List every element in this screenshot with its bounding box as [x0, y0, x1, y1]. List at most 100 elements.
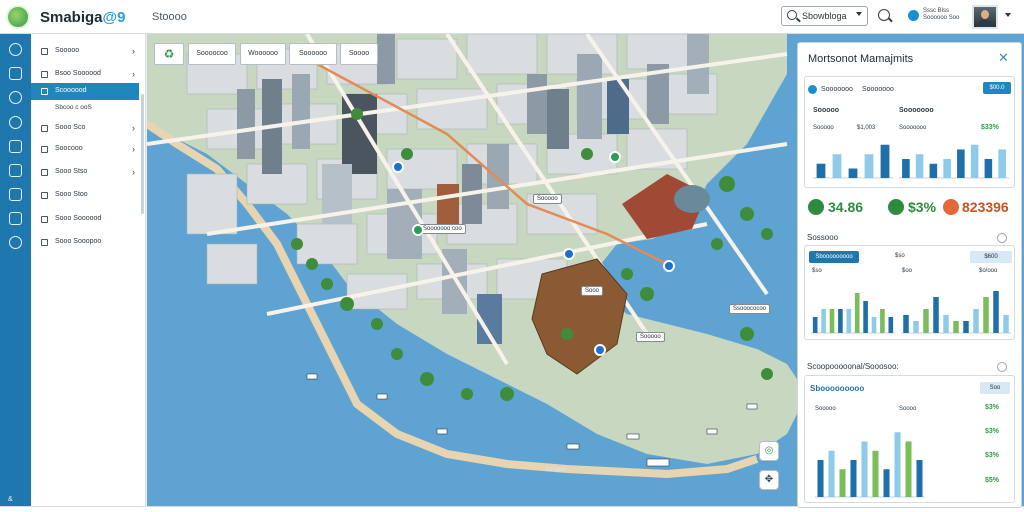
segment-tab[interactable]: $600 — [970, 251, 1012, 263]
avatar[interactable] — [972, 5, 998, 29]
chart-bar[interactable] — [839, 469, 846, 497]
chart-bar[interactable] — [903, 315, 909, 333]
chart-bar[interactable] — [963, 321, 969, 333]
sidebar-item-sources[interactable]: Sooo Soooood — [31, 211, 139, 228]
filter-button-4[interactable]: Soooo — [340, 43, 378, 65]
chart-bar[interactable] — [871, 317, 877, 333]
chart-bar[interactable] — [872, 450, 879, 497]
chart-bar[interactable] — [916, 460, 923, 497]
explore-icon[interactable] — [9, 116, 22, 129]
chart-bar[interactable] — [933, 297, 939, 333]
chart-bar[interactable] — [832, 154, 842, 178]
close-icon[interactable]: ✕ — [998, 50, 1009, 66]
sidebar-item-stores[interactable]: Sooo Stoo — [31, 187, 139, 204]
chart-bar[interactable] — [861, 441, 868, 498]
chart-bar[interactable] — [953, 321, 959, 333]
chart-bar[interactable] — [902, 159, 910, 178]
chart-bar[interactable] — [854, 293, 860, 333]
sidebar-item-places[interactable]: Sooo Sco › — [31, 120, 139, 137]
locate-control-icon[interactable]: ◎ — [759, 441, 779, 461]
chart-bar[interactable] — [998, 149, 1006, 179]
table-icon[interactable] — [9, 188, 22, 201]
chart-bar[interactable] — [846, 309, 852, 333]
sidebar-item-stats[interactable]: Sooo Stso › — [31, 164, 139, 181]
settings-icon[interactable] — [9, 236, 22, 249]
chart-bar[interactable] — [905, 441, 912, 498]
chart-bar[interactable] — [829, 309, 835, 333]
chart-bar[interactable] — [970, 144, 979, 178]
chart-bar[interactable] — [973, 309, 979, 333]
rate-value: $3% — [985, 428, 1000, 435]
segment-tab-active[interactable]: Sbooooooooo — [809, 251, 859, 263]
chart-bar[interactable] — [883, 469, 890, 497]
chart-bar[interactable] — [816, 163, 826, 178]
chart-bar[interactable] — [923, 309, 929, 333]
chevron-down-icon[interactable] — [856, 12, 862, 16]
chart-bar[interactable] — [984, 159, 993, 178]
filter-button-2[interactable]: Woooooo — [240, 43, 286, 65]
app-logo-icon[interactable] — [6, 5, 30, 29]
sidebar-item-overview[interactable]: Sooooo › — [31, 43, 139, 60]
chart-bar[interactable] — [943, 315, 949, 333]
sidebar-subitem[interactable]: Sbcoo c ooS — [31, 100, 139, 117]
chart-bar[interactable] — [1003, 315, 1009, 333]
user-info[interactable]: Sssc Blss Soooooo Soo — [923, 8, 963, 22]
map-label-tower[interactable]: Sooooooo coo — [419, 224, 466, 234]
map-label-harbor[interactable]: Ssooococoo — [729, 304, 771, 314]
location-search-dropdown[interactable] — [781, 6, 868, 26]
card-action-button[interactable]: $00.0 — [983, 82, 1011, 94]
chart-bar[interactable] — [894, 432, 901, 497]
map-label-temple[interactable]: Sooo — [581, 286, 604, 296]
chart-bar[interactable] — [863, 301, 868, 333]
chart-bar[interactable] — [821, 309, 826, 333]
grid-icon[interactable] — [9, 212, 22, 225]
chart-bar[interactable] — [888, 317, 894, 333]
home-icon[interactable] — [9, 43, 22, 56]
sidebar-item-roads[interactable]: Soocooo › — [31, 141, 139, 158]
chart-bar[interactable] — [812, 317, 818, 333]
filter-button-1[interactable]: Soooocoo — [188, 43, 236, 65]
chart-bar[interactable] — [817, 460, 824, 497]
sidebar-item-selected[interactable]: Scoooood — [31, 83, 139, 100]
stat-value-c: 823396 — [962, 199, 1009, 215]
chart-bar[interactable] — [957, 149, 965, 179]
global-search-icon[interactable] — [878, 9, 890, 21]
sidebar-item-export[interactable]: Sooo Sooopoo — [31, 234, 139, 251]
map-pin-icon[interactable] — [412, 224, 424, 236]
map-pin-icon[interactable] — [563, 248, 575, 260]
chart-bar[interactable] — [828, 450, 835, 497]
map-pin-icon[interactable] — [392, 161, 404, 173]
location-icon[interactable] — [9, 91, 22, 104]
sidebar-scrollbar[interactable] — [141, 94, 144, 214]
chart-bar[interactable] — [838, 309, 843, 333]
map-pin-icon[interactable] — [663, 260, 675, 272]
chart-bar[interactable] — [929, 163, 938, 178]
recycle-icon[interactable]: ♻ — [154, 43, 184, 65]
chart-bar[interactable] — [913, 321, 919, 333]
map-pin-icon[interactable] — [609, 151, 621, 163]
filter-button-3[interactable]: Soooooo — [289, 43, 337, 65]
chart-bar[interactable] — [850, 460, 857, 497]
chart-bar[interactable] — [864, 154, 874, 178]
compass-control-icon[interactable]: ✥ — [759, 470, 779, 490]
chart-bar[interactable] — [993, 291, 999, 333]
map-label-pier[interactable]: Sooooo — [636, 332, 665, 342]
account-menu-chevron-icon[interactable] — [1005, 13, 1011, 17]
map-pin-icon[interactable] — [594, 344, 606, 356]
chart-bar[interactable] — [880, 309, 885, 333]
chart-bar[interactable] — [880, 144, 890, 178]
messages-icon[interactable] — [9, 164, 22, 177]
chart-bar[interactable] — [983, 297, 989, 333]
gear-icon[interactable] — [997, 362, 1007, 372]
rail-footer[interactable]: & — [8, 496, 13, 503]
gear-icon[interactable] — [997, 233, 1007, 243]
sidebar-item-layers[interactable]: Bsoo Soooood › — [31, 66, 139, 83]
layers-icon[interactable] — [9, 67, 22, 80]
chart-bar[interactable] — [915, 154, 924, 178]
segment-tab[interactable]: Soo — [980, 382, 1010, 394]
analytics-icon[interactable] — [9, 140, 22, 153]
chart-bar[interactable] — [943, 159, 951, 178]
search-input[interactable] — [802, 9, 852, 23]
chart-bar[interactable] — [848, 168, 858, 179]
map-label-plaza[interactable]: Sooooo — [533, 194, 562, 204]
